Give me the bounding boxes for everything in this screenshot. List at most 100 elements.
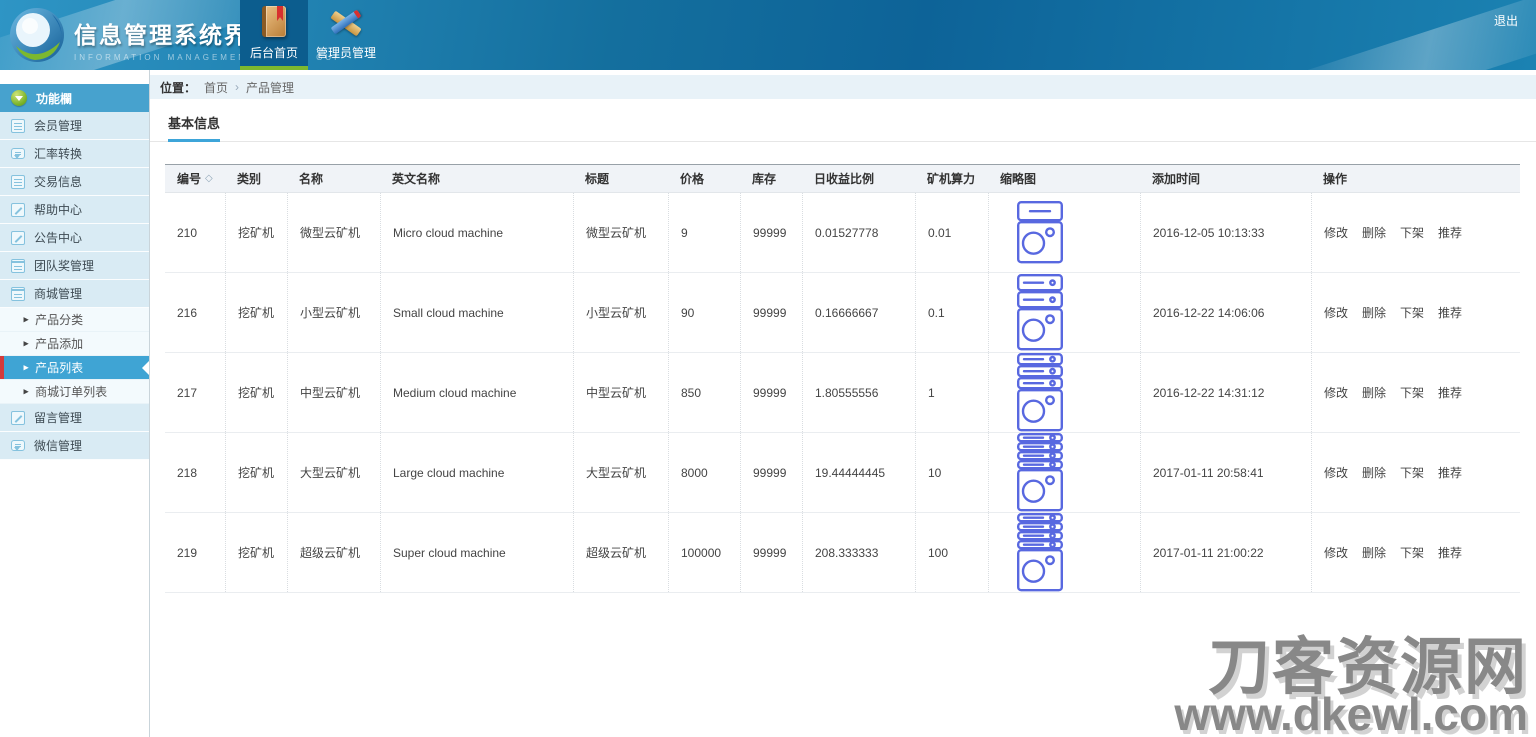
list-icon — [11, 175, 25, 189]
sidebar-item-announcement-center[interactable]: 公告中心 — [0, 224, 149, 252]
action-recommend-link[interactable]: 推荐 — [1438, 464, 1462, 481]
action-delete-link[interactable]: 删除 — [1362, 544, 1386, 561]
action-edit-link[interactable]: 修改 — [1324, 224, 1348, 241]
edit-icon — [11, 203, 25, 217]
cell-title: 小型云矿机 — [573, 273, 668, 352]
table-body: 210挖矿机微型云矿机Micro cloud machine微型云矿机99999… — [165, 193, 1520, 593]
action-offshelf-link[interactable]: 下架 — [1400, 464, 1424, 481]
column-header-label: 矿机算力 — [927, 170, 975, 187]
sidebar-subitem-product-category[interactable]: ▶产品分类 — [0, 308, 149, 332]
column-header-7[interactable]: 日收益比例 — [802, 165, 915, 192]
cell-thumbnail — [988, 193, 1140, 272]
table-row: 219挖矿机超级云矿机Super cloud machine超级云矿机10000… — [165, 513, 1520, 593]
top-nav: 后台首页管理员管理 — [240, 0, 384, 70]
cell-text: Super cloud machine — [393, 546, 506, 560]
chevron-down-circle-icon — [11, 90, 27, 106]
action-recommend-link[interactable]: 推荐 — [1438, 304, 1462, 321]
column-header-5[interactable]: 价格 — [668, 165, 740, 192]
action-offshelf-link[interactable]: 下架 — [1400, 384, 1424, 401]
action-edit-link[interactable]: 修改 — [1324, 544, 1348, 561]
cell-text: 850 — [681, 386, 701, 400]
sidebar-menu: 会员管理汇率转换交易信息帮助中心公告中心团队奖管理商城管理▶产品分类▶产品添加▶… — [0, 112, 149, 460]
action-offshelf-link[interactable]: 下架 — [1400, 544, 1424, 561]
breadcrumb-current[interactable]: 产品管理 — [246, 79, 294, 96]
logout-link[interactable]: 退出 — [1494, 12, 1518, 29]
cell-text: 中型云矿机 — [586, 384, 646, 401]
sidebar-header-label: 功能欄 — [36, 90, 72, 107]
sidebar: 功能欄 会员管理汇率转换交易信息帮助中心公告中心团队奖管理商城管理▶产品分类▶产… — [0, 70, 150, 737]
action-delete-link[interactable]: 删除 — [1362, 304, 1386, 321]
sidebar-item-label: 交易信息 — [34, 173, 82, 190]
column-header-label: 英文名称 — [392, 170, 440, 187]
cell-stock: 99999 — [740, 433, 802, 512]
table-row: 210挖矿机微型云矿机Micro cloud machine微型云矿机99999… — [165, 193, 1520, 273]
logo — [8, 6, 66, 64]
sidebar-header[interactable]: 功能欄 — [0, 84, 149, 112]
sidebar-item-message-management[interactable]: 留言管理 — [0, 404, 149, 432]
column-header-3[interactable]: 英文名称 — [380, 165, 573, 192]
sidebar-item-exchange-rate[interactable]: 汇率转换 — [0, 140, 149, 168]
action-delete-link[interactable]: 删除 — [1362, 384, 1386, 401]
cell-added-time: 2017-01-11 21:00:22 — [1140, 513, 1311, 592]
sidebar-item-team-award-management[interactable]: 团队奖管理 — [0, 252, 149, 280]
column-header-8[interactable]: 矿机算力 — [915, 165, 988, 192]
book-icon — [257, 5, 291, 39]
cell-text: Medium cloud machine — [393, 386, 516, 400]
triangle-right-icon: ▶ — [23, 364, 28, 372]
action-delete-link[interactable]: 删除 — [1362, 224, 1386, 241]
globe-logo-icon — [8, 6, 66, 64]
cell-daily-ratio: 1.80555556 — [802, 353, 915, 432]
cell-thumbnail — [988, 513, 1140, 592]
sort-icon[interactable]: ◇ — [205, 173, 213, 184]
cell-text: 小型云矿机 — [300, 304, 360, 321]
column-header-2[interactable]: 名称 — [287, 165, 380, 192]
column-header-10[interactable]: 添加时间 — [1140, 165, 1311, 192]
column-header-11[interactable]: 操作 — [1311, 165, 1520, 192]
sidebar-subitem-product-add[interactable]: ▶产品添加 — [0, 332, 149, 356]
action-offshelf-link[interactable]: 下架 — [1400, 224, 1424, 241]
cell-en-name: Large cloud machine — [380, 433, 573, 512]
nav-tab-home[interactable]: 后台首页 — [240, 0, 308, 70]
server-thumbnail-icon[interactable] — [1017, 353, 1063, 432]
server-thumbnail-icon[interactable] — [1017, 513, 1063, 592]
column-header-9[interactable]: 缩略图 — [988, 165, 1140, 192]
table-row: 217挖矿机中型云矿机Medium cloud machine中型云矿机8509… — [165, 353, 1520, 433]
sidebar-item-member-management[interactable]: 会员管理 — [0, 112, 149, 140]
action-recommend-link[interactable]: 推荐 — [1438, 384, 1462, 401]
action-offshelf-link[interactable]: 下架 — [1400, 304, 1424, 321]
action-recommend-link[interactable]: 推荐 — [1438, 544, 1462, 561]
action-edit-link[interactable]: 修改 — [1324, 384, 1348, 401]
action-edit-link[interactable]: 修改 — [1324, 464, 1348, 481]
cell-text: 100 — [928, 546, 948, 560]
action-recommend-link[interactable]: 推荐 — [1438, 224, 1462, 241]
server-thumbnail-icon[interactable] — [1017, 201, 1063, 264]
sidebar-item-mall-management[interactable]: 商城管理 — [0, 280, 149, 308]
sidebar-item-transaction-info[interactable]: 交易信息 — [0, 168, 149, 196]
column-header-1[interactable]: 类别 — [225, 165, 287, 192]
cell-stock: 99999 — [740, 353, 802, 432]
sidebar-subitem-product-list[interactable]: ▶产品列表 — [0, 356, 149, 380]
breadcrumb-home[interactable]: 首页 — [204, 79, 228, 96]
cell-category: 挖矿机 — [225, 433, 287, 512]
server-thumbnail-icon[interactable] — [1017, 433, 1063, 512]
column-header-label: 库存 — [752, 170, 776, 187]
sidebar-item-label: 汇率转换 — [34, 145, 82, 162]
column-header-4[interactable]: 标题 — [573, 165, 668, 192]
action-edit-link[interactable]: 修改 — [1324, 304, 1348, 321]
cell-text: 0.1 — [928, 306, 945, 320]
cell-text: 大型云矿机 — [586, 464, 646, 481]
cell-hashrate: 0.1 — [915, 273, 988, 352]
column-header-0[interactable]: 编号◇ — [165, 165, 225, 192]
cell-text: 小型云矿机 — [586, 304, 646, 321]
column-header-6[interactable]: 库存 — [740, 165, 802, 192]
sidebar-item-help-center[interactable]: 帮助中心 — [0, 196, 149, 224]
server-thumbnail-icon[interactable] — [1017, 274, 1063, 351]
sidebar-subitem-mall-order-list[interactable]: ▶商城订单列表 — [0, 380, 149, 404]
nav-tab-admin[interactable]: 管理员管理 — [308, 0, 384, 70]
action-delete-link[interactable]: 删除 — [1362, 464, 1386, 481]
breadcrumb: 位置： 首页 › 产品管理 — [150, 75, 1536, 99]
cell-text: 219 — [177, 546, 197, 560]
tab-basic-info[interactable]: 基本信息 — [168, 113, 220, 142]
cell-price: 8000 — [668, 433, 740, 512]
sidebar-item-wechat-management[interactable]: 微信管理 — [0, 432, 149, 460]
